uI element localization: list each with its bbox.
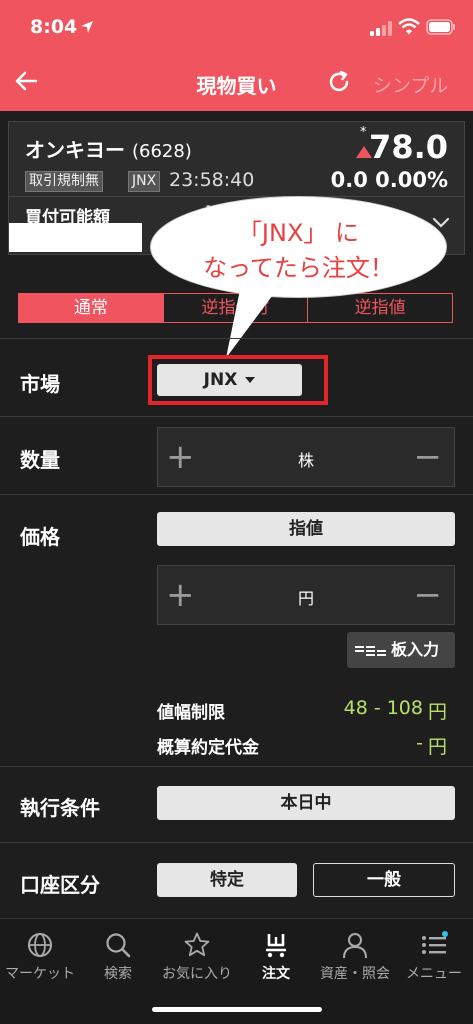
account-general-button[interactable]: 一般 — [313, 863, 455, 897]
price-minus-button[interactable]: − — [414, 575, 443, 615]
quote-time: 23:58:40 — [169, 169, 255, 191]
simple-mode-button[interactable]: シンプル — [373, 71, 448, 98]
stock-name-text: オンキヨー — [25, 138, 125, 162]
search-icon — [106, 933, 131, 958]
price-unit: 円 — [297, 589, 314, 608]
account-specific-button[interactable]: 特定 — [157, 863, 297, 897]
wifi-icon — [398, 18, 420, 35]
price-change-value: 0.0 — [330, 168, 368, 192]
divider — [0, 416, 473, 417]
battery-icon — [426, 19, 455, 35]
account-type-label: 口座区分 — [20, 873, 100, 897]
board-input-label: 板入力 — [391, 640, 440, 659]
bubble-text-line2: なってたら注文！ — [203, 254, 394, 282]
divider — [0, 842, 473, 843]
divider — [0, 494, 473, 495]
price-range-label: 値幅制限 — [157, 703, 225, 723]
tab-favorites-label: お気に入り — [162, 966, 232, 982]
quantity-label: 数量 — [20, 448, 60, 472]
header: 8:04 現物買い シンプル — [0, 0, 473, 111]
estimated-amount-value: - — [416, 732, 423, 754]
home-indicator — [152, 1007, 322, 1012]
price-change-percent: 0.00% — [375, 168, 448, 192]
price-range-value: 48 - 108 — [343, 697, 423, 719]
estimated-amount-unit: 円 — [427, 736, 447, 758]
price-change: 0.0 0.00% — [331, 168, 448, 192]
board-input-button[interactable]: 板入力 — [347, 632, 455, 668]
limit-order-button[interactable]: 指値 — [157, 512, 455, 546]
stock-name: オンキヨー (6628) — [25, 134, 192, 163]
bubble-text-line1: 「JNX」 に — [237, 219, 360, 247]
star-icon — [184, 932, 210, 957]
person-icon — [343, 933, 367, 959]
execution-label: 執行条件 — [20, 796, 100, 820]
stock-code: (6628) — [131, 141, 192, 162]
estimated-amount-label: 概算約定代金 — [157, 738, 259, 758]
price-stepper[interactable]: + 円 − — [157, 565, 455, 625]
divider — [0, 338, 473, 339]
divider — [0, 766, 473, 767]
quantity-minus-button[interactable]: − — [414, 437, 443, 477]
highlight-box — [148, 355, 328, 405]
tab-menu-label: メニュー — [406, 966, 462, 982]
status-time: 8:04 — [30, 16, 78, 38]
trade-restriction-badge: 取引規制無 — [25, 171, 103, 192]
stock-info-card: オンキヨー (6628) 取引規制無 JNX 23:58:40 * 78.0 0… — [8, 121, 465, 197]
speech-bubble-tail — [226, 280, 284, 358]
price-range-unit: 円 — [427, 701, 447, 723]
tab-normal[interactable]: 通常 — [19, 294, 164, 322]
board-icon — [355, 645, 386, 656]
execution-condition-button[interactable]: 本日中 — [157, 786, 455, 820]
nav-bar: 現物買い シンプル — [0, 54, 473, 111]
current-price: 78.0 — [369, 128, 448, 166]
price-label: 価格 — [20, 525, 60, 549]
market-badge: JNX — [128, 171, 161, 192]
refresh-icon[interactable] — [326, 69, 352, 95]
tab-search-label: 検索 — [104, 966, 132, 982]
location-arrow-icon — [81, 21, 93, 33]
status-bar: 8:04 — [0, 0, 473, 54]
tab-order-label: 注文 — [262, 966, 290, 982]
globe-icon — [28, 933, 52, 957]
quantity-unit: 株 — [297, 451, 314, 470]
market-label: 市場 — [20, 372, 60, 396]
menu-icon — [422, 931, 448, 954]
redaction-box — [9, 223, 142, 252]
order-cart-icon — [266, 934, 286, 958]
cellular-signal-icon — [370, 21, 392, 36]
tab-assets-label: 資産・照会 — [320, 966, 390, 982]
price-star: * — [360, 125, 367, 140]
tab-stop-limit[interactable]: 逆指値 — [308, 294, 452, 322]
quantity-stepper[interactable]: + 株 − — [157, 427, 455, 487]
tab-market-label: マーケット — [5, 966, 75, 982]
